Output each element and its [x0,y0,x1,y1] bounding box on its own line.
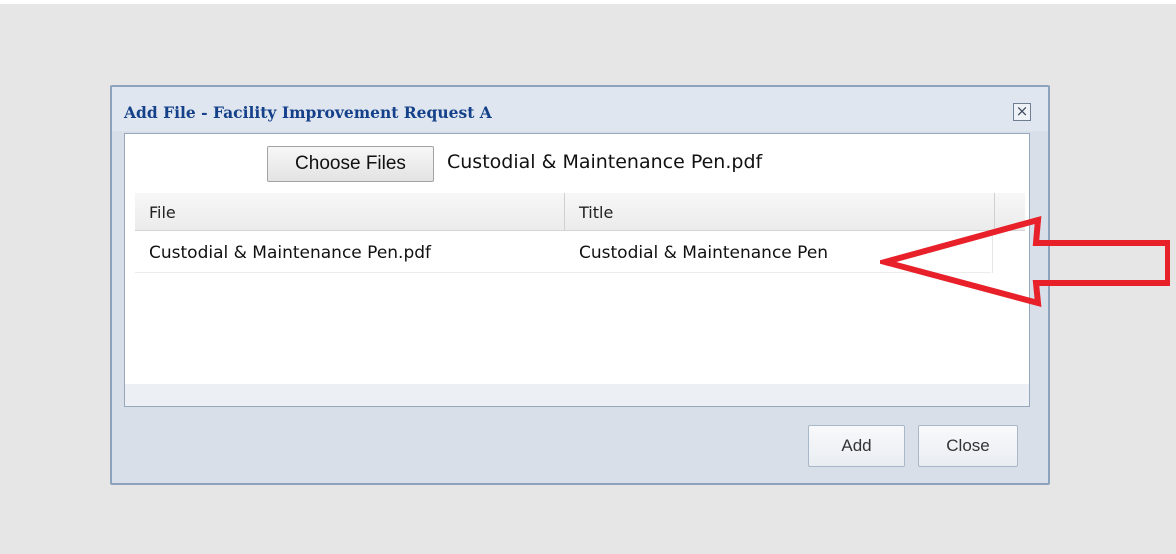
grid-footer [125,384,1029,406]
dialog-title: Add File - Facility Improvement Request … [124,103,492,122]
add-button[interactable]: Add [808,425,905,467]
top-strip [0,0,1176,4]
choose-files-button[interactable]: Choose Files [267,146,434,182]
red-arrow-icon [880,215,1170,308]
row-title-cell[interactable]: Custodial & Maintenance Pen [565,231,828,273]
row-file-cell: Custodial & Maintenance Pen.pdf [149,243,432,263]
column-header-file[interactable]: File [135,193,565,231]
table-row[interactable]: Custodial & Maintenance Pen.pdf Custodia… [135,231,991,273]
arrow-outline [880,215,1170,308]
close-icon[interactable]: × [1013,103,1031,121]
close-button[interactable]: Close [918,425,1018,467]
chosen-file-name: Custodial & Maintenance Pen.pdf [447,151,763,173]
dialog-titlebar[interactable]: Add File - Facility Improvement Request … [112,87,1048,131]
